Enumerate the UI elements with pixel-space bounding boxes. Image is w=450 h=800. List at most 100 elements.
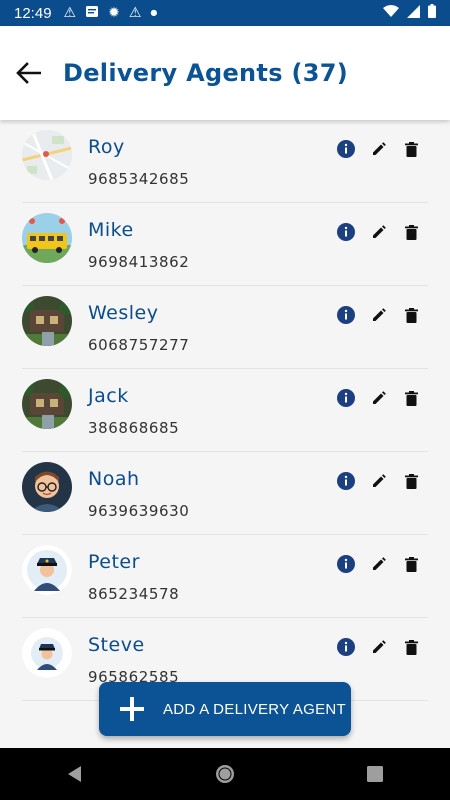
police-avatar [22, 545, 72, 595]
info-button[interactable] [329, 139, 362, 159]
delete-button[interactable] [395, 388, 428, 408]
warning-icon: ⚠ [63, 5, 77, 21]
agent-name: Peter [88, 551, 140, 573]
info-icon [336, 472, 355, 490]
list-item[interactable]: Roy 9685342685 [22, 120, 428, 203]
row-actions [329, 554, 428, 574]
trash-icon [405, 224, 418, 240]
edit-button[interactable] [362, 222, 395, 242]
delete-button[interactable] [395, 222, 428, 242]
pencil-icon [373, 473, 386, 487]
agent-phone: 9639639630 [88, 502, 190, 520]
triangle-back-icon [68, 766, 81, 782]
nav-back-button[interactable] [55, 754, 95, 794]
house-avatar [22, 379, 72, 429]
list-item[interactable]: Peter 865234578 [22, 535, 428, 618]
list-item[interactable]: Wesley 6068757277 [22, 286, 428, 369]
man-glasses-avatar [22, 462, 72, 512]
warning-icon: ⚠ [128, 5, 142, 21]
pencil-icon [373, 224, 386, 238]
trash-icon [405, 307, 418, 323]
plus-icon [120, 697, 144, 721]
house-avatar [22, 296, 72, 346]
list-item[interactable]: Mike 9698413862 [22, 203, 428, 286]
edit-button[interactable] [362, 554, 395, 574]
pencil-icon [373, 639, 386, 653]
pencil-icon [373, 141, 386, 155]
agent-phone: 6068757277 [88, 336, 190, 354]
trash-icon [405, 390, 418, 406]
battery-icon [428, 4, 436, 22]
delete-button[interactable] [395, 139, 428, 159]
trash-icon [405, 141, 418, 157]
delete-button[interactable] [395, 471, 428, 491]
status-bar: 12:49 ⚠ ✹ ⚠ ● [0, 0, 450, 26]
edit-button[interactable] [362, 305, 395, 325]
status-time: 12:49 [14, 4, 52, 22]
agent-phone: 9685342685 [88, 170, 190, 188]
info-button[interactable] [329, 305, 362, 325]
edit-button[interactable] [362, 139, 395, 159]
row-actions [329, 388, 428, 408]
app-bar: Delivery Agents (37) [0, 26, 450, 120]
agent-name: Mike [88, 219, 134, 241]
agent-name: Roy [88, 136, 125, 158]
info-button[interactable] [329, 637, 362, 657]
edit-button[interactable] [362, 471, 395, 491]
info-button[interactable] [329, 222, 362, 242]
nav-recents-button[interactable] [355, 754, 395, 794]
info-icon [336, 140, 355, 158]
arrow-left-icon [16, 62, 41, 84]
message-icon [85, 5, 99, 21]
agent-name: Wesley [88, 302, 159, 324]
list-item[interactable]: Noah 9639639630 [22, 452, 428, 535]
dot-icon: ● [150, 8, 158, 17]
info-button[interactable] [329, 388, 362, 408]
edit-button[interactable] [362, 388, 395, 408]
map-avatar [22, 130, 72, 180]
agent-name: Jack [88, 385, 129, 407]
settings-icon: ✹ [108, 5, 120, 21]
trash-icon [405, 639, 418, 655]
info-icon [336, 555, 355, 573]
pencil-icon [373, 556, 386, 570]
agent-phone: 865234578 [88, 585, 180, 603]
page-title: Delivery Agents (37) [63, 59, 348, 87]
add-delivery-agent-button[interactable]: ADD A DELIVERY AGENT [99, 682, 351, 736]
row-actions [329, 222, 428, 242]
delete-button[interactable] [395, 637, 428, 657]
square-recents-icon [367, 766, 383, 782]
school-bus-avatar [22, 213, 72, 263]
pencil-icon [373, 390, 386, 404]
row-actions [329, 139, 428, 159]
info-icon [336, 389, 355, 407]
agent-name: Steve [88, 634, 145, 656]
delete-button[interactable] [395, 554, 428, 574]
agent-name: Noah [88, 468, 140, 490]
agent-list: Roy 9685342685 Mike 9698413862 Wesley 60… [0, 120, 450, 748]
row-actions [329, 305, 428, 325]
wifi-icon [383, 4, 399, 22]
signal-icon [407, 4, 420, 22]
pencil-icon [373, 307, 386, 321]
back-button[interactable] [13, 57, 45, 89]
system-nav-bar [0, 748, 450, 800]
trash-icon [405, 473, 418, 489]
agent-phone: 9698413862 [88, 253, 190, 271]
row-actions [329, 471, 428, 491]
police-avatar [22, 628, 72, 678]
row-actions [329, 637, 428, 657]
edit-button[interactable] [362, 637, 395, 657]
list-item[interactable]: Jack 386868685 [22, 369, 428, 452]
info-button[interactable] [329, 554, 362, 574]
circle-home-icon [216, 765, 234, 783]
trash-icon [405, 556, 418, 572]
info-icon [336, 306, 355, 324]
info-button[interactable] [329, 471, 362, 491]
info-icon [336, 638, 355, 656]
agent-phone: 386868685 [88, 419, 180, 437]
add-delivery-agent-label: ADD A DELIVERY AGENT [163, 700, 347, 718]
delete-button[interactable] [395, 305, 428, 325]
nav-home-button[interactable] [205, 754, 245, 794]
info-icon [336, 223, 355, 241]
